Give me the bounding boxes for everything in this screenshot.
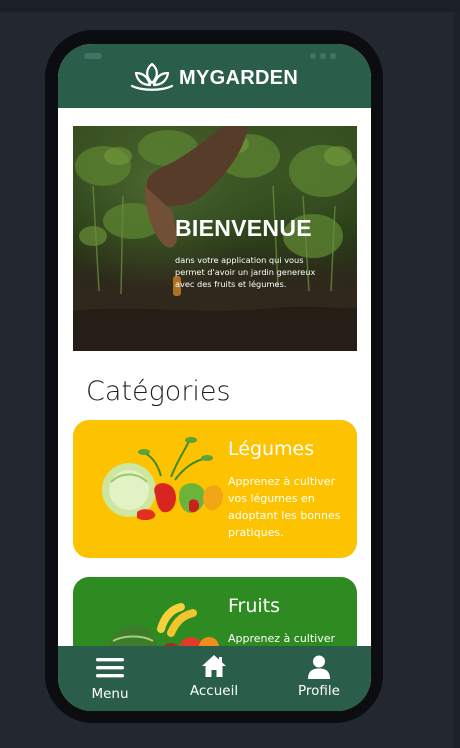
hamburger-icon	[96, 658, 124, 678]
nav-profile-button[interactable]: Profile	[279, 646, 359, 711]
phone-screen: MYGARDEN BIENVENUE dans votre applicatio…	[58, 44, 371, 711]
hero-banner: BIENVENUE dans votre application qui vou…	[73, 126, 357, 351]
bottom-navigation: Menu Accueil Profile	[58, 646, 371, 711]
vegetables-image	[102, 436, 223, 521]
nav-profile-label: Profile	[298, 683, 340, 699]
plant-logo-icon	[130, 62, 174, 91]
home-icon	[202, 655, 226, 677]
categories-heading: Catégories	[86, 376, 231, 407]
user-icon	[308, 655, 330, 679]
hero-title: BIENVENUE	[175, 215, 312, 241]
top-strip	[0, 0, 460, 12]
nav-menu-label: Menu	[91, 686, 129, 702]
nav-home-button[interactable]: Accueil	[172, 646, 256, 711]
nav-home-label: Accueil	[189, 683, 239, 699]
category-card-legumes[interactable]: Légumes Apprenez à cultiver vos légumes …	[73, 420, 357, 558]
status-bar-icons	[310, 53, 336, 59]
app-brand: MYGARDEN	[179, 67, 299, 89]
category-text-legumes: Apprenez à cultiver vos légumes en adopt…	[228, 475, 341, 539]
category-text-fruits: Apprenez à cultiver	[228, 632, 336, 645]
category-title-legumes: Légumes	[228, 438, 315, 460]
status-bar-indicator	[84, 53, 102, 59]
category-title-fruits: Fruits	[228, 595, 281, 617]
nav-menu-button[interactable]: Menu	[70, 646, 150, 711]
hero-description: dans votre application qui vous permet d…	[175, 255, 316, 289]
window-edge	[453, 12, 460, 748]
app-header: MYGARDEN	[58, 44, 371, 108]
